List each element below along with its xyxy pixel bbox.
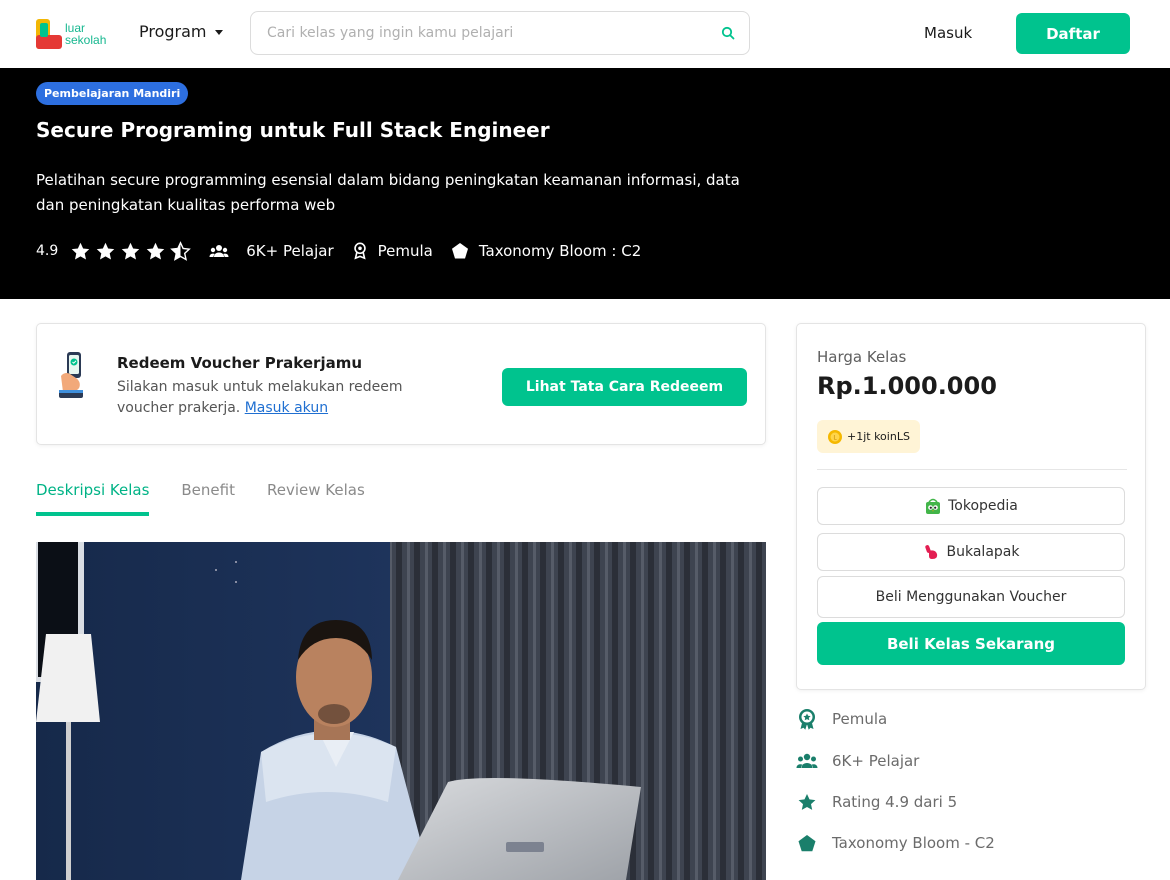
navbar: luar sekolah Program Masuk Daftar	[0, 0, 1170, 68]
buy-with-voucher-label: Beli Menggunakan Voucher	[875, 589, 1067, 605]
prakerja-voucher-card: Redeem Voucher Prakerjamu Silakan masuk …	[36, 323, 766, 445]
course-title: Secure Programing untuk Full Stack Engin…	[36, 118, 550, 142]
voucher-description: Silakan masuk untuk melakukan redeem vou…	[117, 377, 457, 419]
star-icon	[147, 242, 165, 259]
tokopedia-label: Tokopedia	[948, 498, 1018, 514]
tokopedia-icon	[926, 498, 941, 514]
star-icon	[97, 242, 115, 259]
rating-stars	[70, 240, 192, 262]
price-divider	[817, 469, 1127, 470]
logo-text-line2: sekolah	[65, 33, 107, 47]
bukalapak-button[interactable]: Bukalapak	[817, 533, 1125, 571]
course-hero: Pembelajaran Mandiri Secure Programing u…	[0, 68, 1170, 299]
star-icon	[798, 794, 816, 810]
price-value: Rp.1.000.000	[817, 372, 997, 400]
bukalapak-label: Bukalapak	[946, 544, 1020, 560]
caret-down-icon	[214, 30, 223, 35]
redeem-guide-button[interactable]: Lihat Tata Cara Redeeem	[502, 368, 747, 406]
register-button[interactable]: Daftar	[1016, 13, 1130, 54]
people-icon	[796, 753, 818, 768]
people-icon	[209, 245, 229, 257]
price-card: Harga Kelas Rp.1.000.000 L +1jt koinLS T…	[796, 323, 1146, 690]
feature-level: Pemula	[796, 706, 887, 732]
program-menu[interactable]: Program	[139, 22, 223, 41]
course-tabs: Deskripsi Kelas Benefit Review Kelas	[36, 478, 365, 516]
award-icon	[353, 242, 366, 260]
feature-taxonomy-label: Taxonomy Bloom - C2	[832, 834, 995, 852]
voucher-title: Redeem Voucher Prakerjamu	[117, 354, 363, 372]
learning-type-badge: Pembelajaran Mandiri	[36, 82, 189, 105]
star-half-icon	[170, 240, 192, 261]
logo-mark-icon	[36, 19, 62, 49]
price-label: Harga Kelas	[817, 348, 907, 366]
buy-class-button[interactable]: Beli Kelas Sekarang	[817, 622, 1125, 665]
taxonomy-label: Taxonomy Bloom : C2	[478, 242, 642, 260]
logo-text: luar sekolah	[65, 22, 106, 46]
bukalapak-icon	[924, 545, 937, 559]
course-description: Pelatihan secure programming esensial da…	[36, 171, 740, 214]
pentagon-icon	[451, 243, 468, 259]
course-meta: 4.9 6K+ Pelajar Pemula Taxonomy Bloom : …	[36, 240, 659, 262]
tab-deskripsi-kelas[interactable]: Deskripsi Kelas	[36, 478, 150, 516]
level-label: Pemula	[377, 242, 433, 260]
rating-value: 4.9	[36, 243, 59, 259]
pentagon-icon	[798, 835, 816, 852]
feature-level-label: Pemula	[832, 710, 888, 728]
search-icon[interactable]	[721, 26, 735, 40]
tab-benefit[interactable]: Benefit	[181, 478, 235, 516]
luarsekolah-logo[interactable]: luar sekolah	[36, 17, 120, 51]
koin-badge: L +1jt koinLS	[817, 420, 920, 453]
learner-count: 6K+ Pelajar	[246, 242, 334, 260]
koin-badge-label: +1jt koinLS	[847, 430, 910, 443]
instructor-photo-illustration	[36, 542, 766, 880]
tokopedia-button[interactable]: Tokopedia	[817, 487, 1125, 525]
search-input[interactable]	[267, 22, 707, 44]
star-icon	[122, 242, 140, 259]
feature-learners-label: 6K+ Pelajar	[832, 752, 920, 770]
course-instructor-photo	[36, 542, 766, 880]
phone-hand-icon	[59, 352, 83, 398]
star-icon	[72, 242, 90, 259]
feature-learners: 6K+ Pelajar	[796, 748, 919, 774]
tab-review-kelas[interactable]: Review Kelas	[267, 478, 365, 516]
coin-icon: L	[828, 429, 842, 444]
feature-rating-label: Rating 4.9 dari 5	[832, 793, 958, 811]
badge-icon	[799, 709, 815, 730]
program-menu-label: Program	[139, 22, 207, 41]
login-link[interactable]: Masuk	[924, 24, 972, 42]
search-box[interactable]	[250, 11, 750, 55]
login-account-link[interactable]: Masuk akun	[245, 400, 328, 416]
feature-rating: Rating 4.9 dari 5	[796, 789, 957, 815]
buy-with-voucher-button[interactable]: Beli Menggunakan Voucher	[817, 576, 1125, 618]
feature-taxonomy: Taxonomy Bloom - C2	[796, 830, 995, 856]
